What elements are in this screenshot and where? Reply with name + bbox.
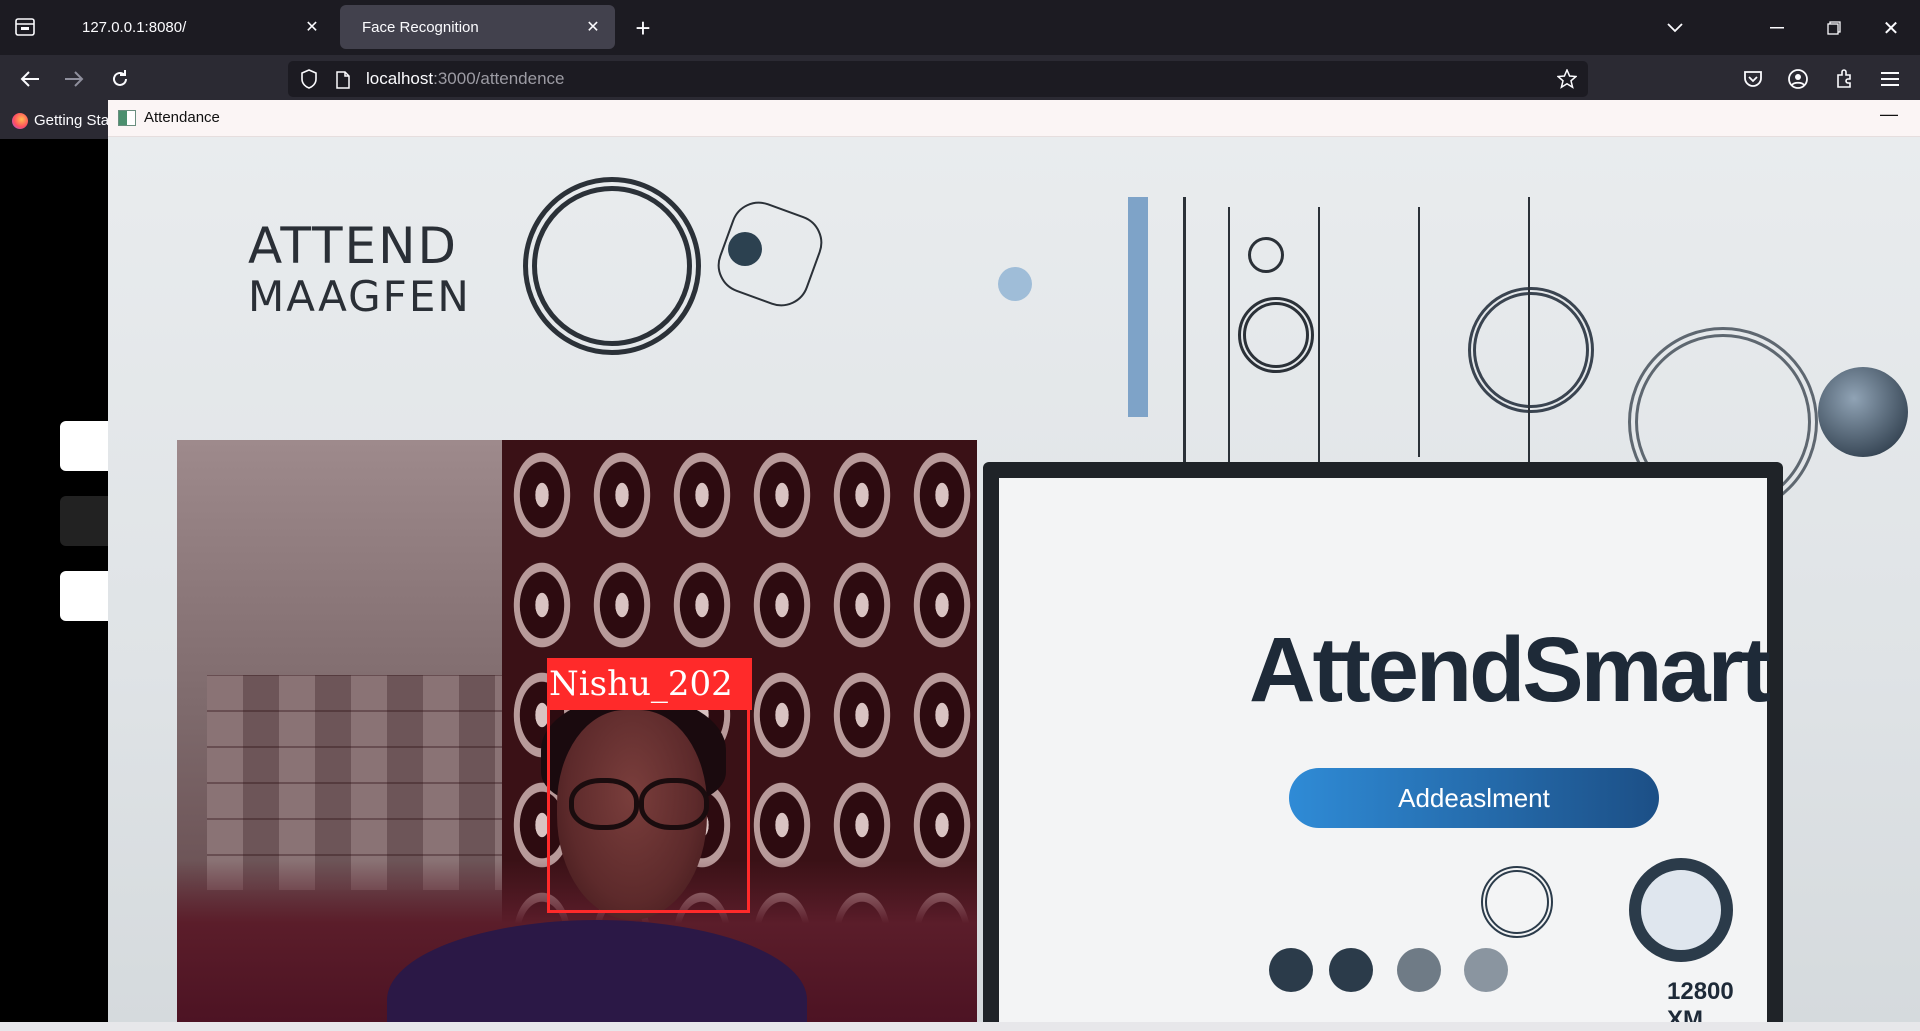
decorative-circle bbox=[1629, 858, 1733, 962]
decorative-round-button bbox=[1329, 948, 1373, 992]
close-tab-icon[interactable]: ✕ bbox=[583, 17, 603, 37]
attendance-window-titlebar[interactable]: Attendance — bbox=[108, 100, 1920, 137]
decorative-line bbox=[1183, 197, 1186, 467]
decorative-circle bbox=[523, 177, 701, 355]
background-heading-1: ATTEND bbox=[248, 217, 459, 275]
bookmark-star-icon[interactable] bbox=[1554, 66, 1580, 92]
tab-label: Face Recognition bbox=[362, 18, 479, 36]
background-heading-2: MAAGFEN bbox=[248, 272, 471, 321]
attendance-window-title: Attendance bbox=[144, 109, 220, 126]
firefox-icon bbox=[12, 112, 28, 129]
status-bar bbox=[0, 1022, 1920, 1031]
tab-label: 127.0.0.1:8080/ bbox=[82, 18, 187, 36]
decorative-round-button bbox=[1397, 948, 1441, 992]
url-text[interactable]: localhost:3000/attendence bbox=[366, 69, 565, 89]
close-window-icon[interactable]: ✕ bbox=[1876, 13, 1906, 43]
page-background bbox=[0, 139, 120, 1022]
decorative-line bbox=[1418, 207, 1420, 457]
tab-bar: 127.0.0.1:8080/ ✕ Face Recognition ✕ + ✕ bbox=[0, 0, 1920, 55]
decorative-circle bbox=[1818, 367, 1908, 457]
recognized-name-label: Nishu_202 bbox=[547, 658, 752, 710]
tile-pattern bbox=[207, 675, 507, 890]
face-bounding-box bbox=[547, 707, 750, 913]
model-text: 12800 XM bbox=[1667, 978, 1734, 1022]
decorative-line bbox=[1228, 207, 1230, 467]
url-host: localhost bbox=[366, 69, 434, 88]
decorative-line bbox=[1128, 197, 1148, 417]
decorative-round-button bbox=[1464, 948, 1508, 992]
webcam-feed: Nishu_202 bbox=[177, 440, 977, 1022]
video-canvas: ATTEND MAAGFEN AttendSmart Addeaslment 1… bbox=[108, 137, 1920, 1022]
account-icon[interactable] bbox=[1782, 63, 1814, 95]
decorative-line bbox=[1528, 197, 1530, 477]
decorative-circle bbox=[1481, 866, 1553, 938]
minimize-window-icon[interactable] bbox=[1762, 13, 1792, 43]
decorative-circle bbox=[1238, 297, 1314, 373]
back-arrow-icon[interactable] bbox=[14, 63, 46, 95]
monitor-screen: AttendSmart Addeaslment 12800 XM bbox=[999, 478, 1771, 1022]
restore-window-icon[interactable] bbox=[1819, 13, 1849, 43]
pocket-icon[interactable] bbox=[1737, 63, 1769, 95]
minimize-icon[interactable]: — bbox=[1880, 104, 1898, 125]
tab-face-recognition[interactable]: Face Recognition ✕ bbox=[340, 5, 615, 49]
reload-icon[interactable] bbox=[104, 63, 136, 95]
forward-arrow-icon[interactable] bbox=[58, 63, 90, 95]
chevron-down-icon[interactable] bbox=[1660, 13, 1690, 43]
background-monitor: AttendSmart Addeaslment 12800 XM bbox=[983, 462, 1783, 1022]
close-tab-icon[interactable]: ✕ bbox=[302, 17, 322, 37]
url-path: :3000/attendence bbox=[433, 69, 565, 88]
tab-localhost-8080[interactable]: 127.0.0.1:8080/ ✕ bbox=[60, 5, 334, 49]
list-all-tabs-icon[interactable] bbox=[10, 12, 40, 42]
page-info-icon[interactable] bbox=[332, 68, 354, 92]
extensions-icon[interactable] bbox=[1828, 63, 1860, 95]
shield-icon[interactable] bbox=[296, 66, 322, 92]
new-tab-icon[interactable]: + bbox=[628, 13, 658, 43]
decorative-line bbox=[1318, 207, 1320, 477]
hamburger-menu-icon[interactable] bbox=[1874, 63, 1906, 95]
decorative-round-button bbox=[1269, 948, 1313, 992]
attendance-window: Attendance — ATTEND MAAGFEN AttendSmart … bbox=[108, 100, 1920, 1022]
decorative-circle bbox=[728, 232, 762, 266]
decorative-circle bbox=[998, 267, 1032, 301]
decorative-circle bbox=[1248, 237, 1284, 273]
app-icon bbox=[118, 110, 136, 126]
background-button: Addeaslment bbox=[1289, 768, 1659, 828]
decorative-circle bbox=[1468, 287, 1594, 413]
brand-text: AttendSmart bbox=[1249, 619, 1771, 721]
